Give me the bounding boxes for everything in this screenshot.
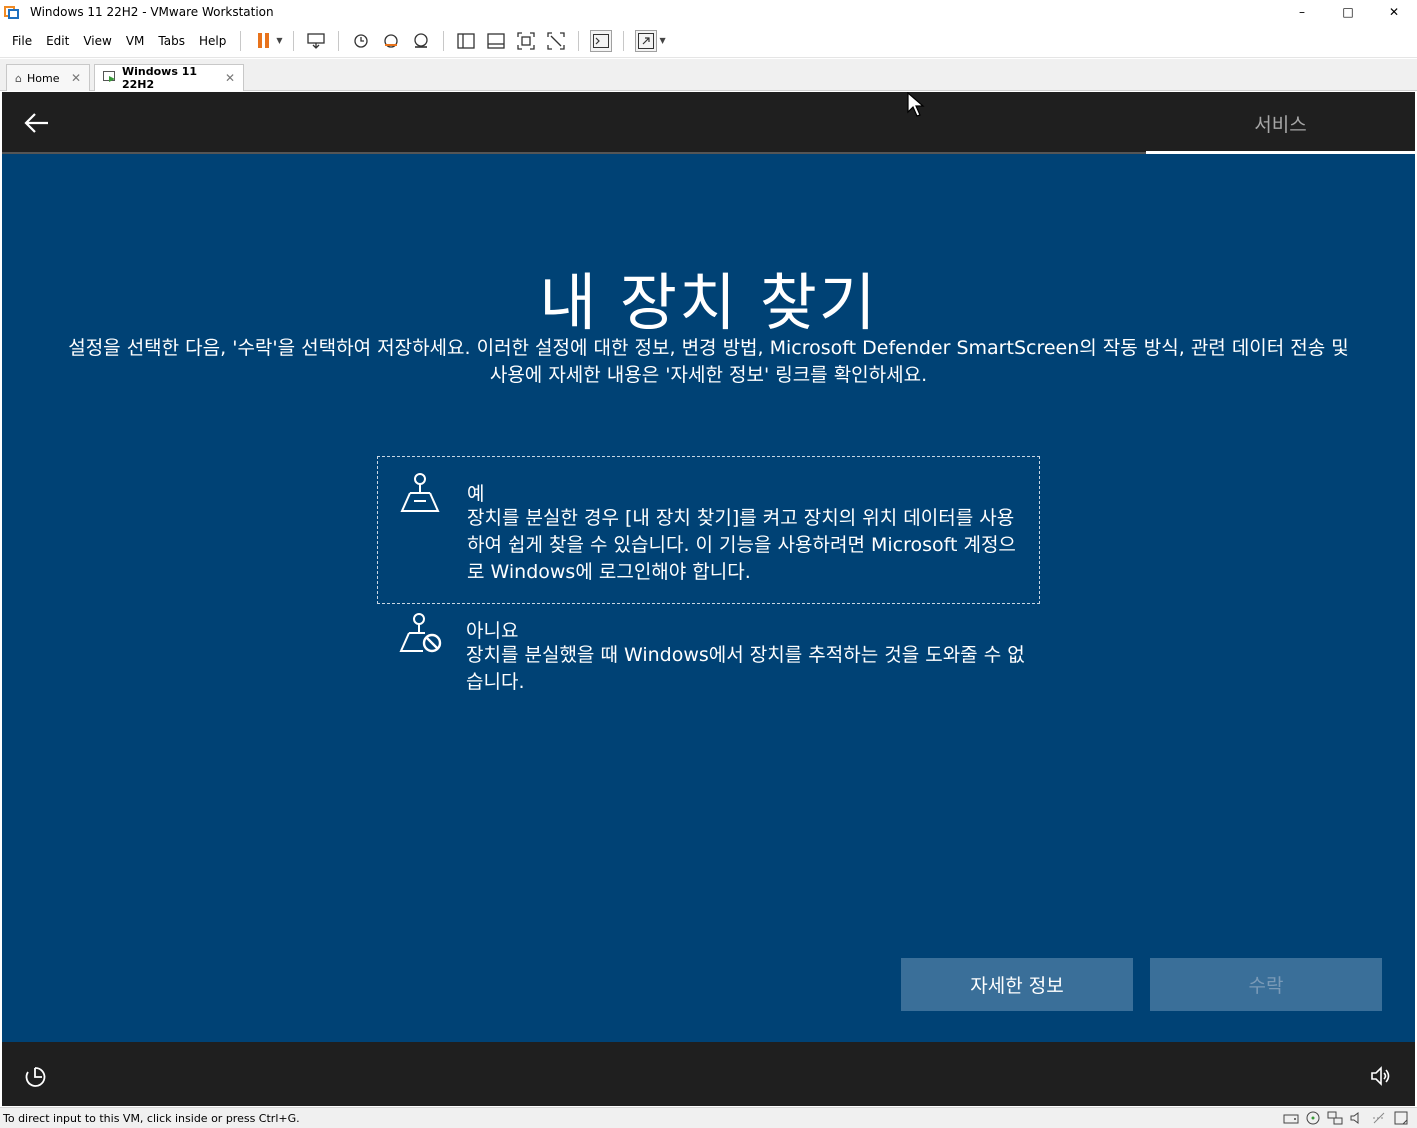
tab-bar: ⌂ Home ✕ Windows 11 22H2 ✕ [0,59,1417,91]
page-title: 내 장치 찾기 [539,266,878,339]
toolbar-separator [293,30,295,51]
pause-dropdown-icon[interactable]: ▼ [276,36,282,45]
minimize-button[interactable]: – [1279,0,1325,24]
send-ctrl-alt-del-icon[interactable] [305,30,327,52]
toolbar-separator [443,30,445,51]
back-arrow-icon[interactable] [22,108,52,138]
menu-help[interactable]: Help [192,34,233,48]
menu-view[interactable]: View [76,34,118,48]
snapshot-icon[interactable] [350,30,372,52]
oobe-header: 서비스 [2,92,1415,154]
toolbar-separator [623,30,625,51]
menu-toolbar: File Edit View VM Tabs Help ▼ ▼ [0,24,1417,58]
oobe-footer [2,1042,1415,1106]
stretch-dropdown-icon[interactable]: ▼ [659,36,665,45]
network-adapter-icon[interactable] [1327,1111,1343,1125]
tab-home[interactable]: ⌂ Home ✕ [6,64,90,91]
console-view-icon[interactable] [590,29,613,52]
option-description: 장치를 분실한 경우 [내 장치 찾기]를 켜고 장치의 위치 데이터를 사용하… [467,507,1016,583]
cd-dvd-icon[interactable] [1305,1111,1321,1125]
vm-icon [103,70,117,86]
close-button[interactable]: ✕ [1371,0,1417,24]
thumbnail-bar-icon[interactable] [485,30,507,52]
option-yes[interactable]: 예 장치를 분실한 경우 [내 장치 찾기]를 켜고 장치의 위치 데이터를 사… [377,456,1040,604]
menu-file[interactable]: File [0,34,39,48]
option-title: 예 [467,483,485,505]
stretch-view-icon[interactable] [635,29,658,52]
title-bar: Windows 11 22H2 - VMware Workstation – □… [0,0,1417,24]
status-bar: To direct input to this VM, click inside… [0,1107,1417,1128]
sound-card-icon[interactable] [1349,1111,1365,1125]
page-description: 설정을 선택한 다음, '수락'을 선택하여 저장하세요. 이러한 설정에 대한… [68,337,1349,386]
maximize-button[interactable]: □ [1325,0,1371,24]
vmware-logo-icon [4,4,20,20]
find-device-icon [398,471,442,515]
usb-device-icon[interactable] [1371,1111,1387,1125]
option-description: 장치를 분실했을 때 Windows에서 장치를 추적하는 것을 도와줄 수 없… [466,644,1025,693]
step-label: 서비스 [1254,114,1307,136]
snapshot-manager-icon[interactable] [410,30,432,52]
window-title: Windows 11 22H2 - VMware Workstation [30,5,274,19]
mouse-cursor-icon [907,92,925,122]
accept-button[interactable]: 수락 [1150,958,1382,1011]
tab-label: Home [26,71,60,85]
tab-vm[interactable]: Windows 11 22H2 ✕ [94,64,244,91]
unity-icon[interactable] [545,30,567,52]
progress-indicator [1146,151,1415,154]
close-tab-icon[interactable]: ✕ [71,71,81,85]
home-icon: ⌂ [15,71,22,85]
revert-snapshot-icon[interactable] [380,30,402,52]
toolbar-separator [338,30,340,51]
show-library-icon[interactable] [455,30,477,52]
accessibility-icon[interactable] [22,1064,48,1090]
toolbar-separator [240,30,242,51]
toolbar-separator [578,30,580,51]
option-title: 아니요 [466,620,519,642]
menu-edit[interactable]: Edit [39,34,76,48]
menu-vm[interactable]: VM [119,34,152,48]
volume-icon[interactable] [1369,1064,1393,1088]
full-screen-icon[interactable] [515,30,537,52]
tab-label: Windows 11 22H2 [122,65,198,91]
learn-more-button[interactable]: 자세한 정보 [901,958,1133,1011]
close-tab-icon[interactable]: ✕ [225,71,235,85]
status-message: To direct input to this VM, click inside… [3,1111,300,1125]
hard-disk-icon[interactable] [1283,1111,1299,1125]
option-no[interactable]: 아니요 장치를 분실했을 때 Windows에서 장치를 추적하는 것을 도와줄… [377,610,1040,720]
pause-icon[interactable] [252,30,274,52]
vm-display[interactable]: 서비스 내 장치 찾기 설정을 선택한 다음, '수락'을 선택하여 저장하세요… [2,92,1415,1106]
find-device-off-icon [397,610,442,654]
message-log-icon[interactable] [1393,1111,1409,1125]
menu-tabs[interactable]: Tabs [151,34,192,48]
